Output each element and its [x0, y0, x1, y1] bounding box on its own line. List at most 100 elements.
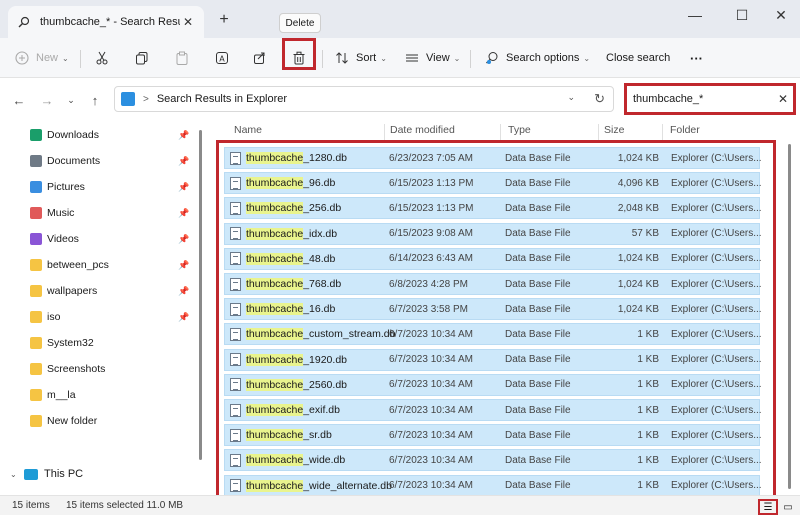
sidebar-item[interactable]: between_pcs 📌 [0, 253, 200, 277]
column-divider[interactable] [662, 124, 663, 140]
sidebar-item[interactable]: wallpapers 📌 [0, 279, 200, 303]
file-size: 2,048 KB [617, 202, 659, 214]
search-match-highlight: thumbcache [246, 177, 304, 190]
refresh-icon[interactable]: ↻ [594, 91, 605, 107]
file-folder: Explorer (C:\Users... [671, 177, 762, 189]
column-divider[interactable] [500, 124, 501, 140]
download-icon [30, 129, 42, 141]
scissors-icon [94, 50, 110, 66]
sidebar-item[interactable]: Pictures 📌 [0, 175, 200, 199]
explorer-tab[interactable]: thumbcache_* - Search Result ✕ [8, 6, 204, 38]
sidebar-item[interactable]: m__la [0, 383, 200, 407]
file-name-rest: _1920.db [303, 353, 347, 366]
close-search-button[interactable]: Close search [600, 44, 670, 72]
file-size: 1,024 KB [617, 152, 659, 164]
sort-button[interactable]: Sort ⌄ [334, 44, 387, 72]
file-name-rest: _sr.db [303, 429, 332, 442]
search-options-button[interactable]: Search options ⌄ [484, 44, 590, 72]
file-list-scrollbar[interactable] [788, 144, 791, 489]
table-row[interactable]: thumbcache_2560.db 6/7/2023 10:34 AM Data … [224, 373, 762, 396]
search-match-highlight: thumbcache [246, 378, 304, 391]
sidebar-item[interactable]: New folder [0, 409, 200, 433]
file-name-rest: _16.db [303, 303, 336, 316]
maximize-button[interactable]: ☐ [727, 4, 757, 26]
file-name: thumbcache_768.db [246, 278, 396, 290]
file-name: thumbcache_1280.db [246, 152, 396, 164]
file-name: thumbcache_sr.db [246, 429, 396, 442]
file-name-rest: _custom_stream.db [303, 328, 396, 341]
column-divider[interactable] [598, 124, 599, 140]
table-row[interactable]: thumbcache_48.db 6/14/2023 6:43 AM Data Ba… [224, 247, 762, 270]
sidebar-item[interactable]: iso 📌 [0, 305, 200, 329]
table-row[interactable]: thumbcache_1280.db 6/23/2023 7:05 AM Data … [224, 147, 762, 169]
file-type: Data Base File [505, 354, 571, 366]
folder-icon [30, 415, 42, 427]
table-row[interactable]: thumbcache_wide_alternate.db 6/7/2023 10:… [224, 474, 762, 497]
address-bar[interactable]: > Search Results in Explorer ⌄ ↻ [114, 86, 614, 112]
file-type: Data Base File [505, 152, 571, 164]
clear-search-icon[interactable]: ✕ [773, 92, 793, 106]
up-button[interactable]: ↑ [86, 91, 104, 109]
database-file-icon [230, 327, 241, 341]
sidebar-item[interactable]: Screenshots [0, 357, 200, 381]
file-name: thumbcache_48.db [246, 252, 396, 265]
sidebar-scrollbar[interactable] [199, 130, 202, 460]
table-row[interactable]: thumbcache_96.db 6/15/2023 1:13 PM Data Ba… [224, 172, 762, 195]
close-tab-icon[interactable]: ✕ [180, 14, 196, 30]
copy-button[interactable] [134, 44, 150, 72]
file-name-rest: _48.db [303, 252, 336, 265]
database-file-icon [230, 403, 241, 417]
table-row[interactable]: thumbcache_768.db 6/8/2023 4:28 PM Data Ba… [224, 273, 762, 295]
rename-button[interactable]: A [214, 44, 230, 72]
file-name-rest: _256.db [303, 202, 342, 215]
search-match-highlight: thumbcache [246, 454, 304, 467]
details-view-button[interactable]: ☰ [758, 499, 778, 515]
file-size: 1 KB [637, 379, 659, 391]
sidebar-item[interactable]: Documents 📌 [0, 149, 200, 173]
forward-button[interactable]: → [38, 91, 56, 109]
sidebar-item-this-pc[interactable]: ⌄ This PC [0, 462, 200, 486]
chevron-down-icon: ⌄ [62, 53, 69, 63]
table-row[interactable]: thumbcache_wide.db 6/7/2023 10:34 AM Data … [224, 449, 762, 472]
file-name-rest: _2560.db [303, 378, 347, 391]
new-button[interactable]: New ⌄ [14, 44, 69, 72]
search-box[interactable]: thumbcache_* ✕ [624, 83, 796, 115]
table-row[interactable]: thumbcache_sr.db 6/7/2023 10:34 AM Data Ba… [224, 424, 762, 447]
chevron-down-icon[interactable]: ⌄ [10, 470, 24, 479]
recent-locations-button[interactable]: ⌄ [62, 91, 80, 109]
cut-button[interactable] [94, 44, 110, 72]
sidebar-item[interactable]: Videos 📌 [0, 227, 200, 251]
more-options-button[interactable]: ··· [690, 44, 703, 72]
close-window-button[interactable]: ✕ [766, 4, 796, 26]
file-name: thumbcache_2560.db [246, 378, 396, 391]
file-folder: Explorer (C:\Users... [671, 404, 762, 416]
share-button[interactable] [252, 44, 268, 72]
view-button[interactable]: View ⌄ [404, 44, 460, 72]
chevron-down-icon[interactable]: ⌄ [567, 92, 575, 103]
table-row[interactable]: thumbcache_idx.db 6/15/2023 9:08 AM Data B… [224, 222, 762, 245]
sidebar-item[interactable]: Music 📌 [0, 201, 200, 225]
file-date: 6/15/2023 9:08 AM [389, 228, 473, 240]
table-row[interactable]: thumbcache_custom_stream.db 6/7/2023 10:3… [224, 323, 762, 346]
paste-button[interactable] [174, 44, 190, 72]
details-view-icon: ☰ [763, 501, 773, 513]
back-button[interactable]: ← [10, 91, 28, 109]
view-label: View [426, 52, 450, 64]
sidebar-item[interactable]: Downloads 📌 [0, 123, 200, 147]
table-row[interactable]: thumbcache_16.db 6/7/2023 3:58 PM Data Bas… [224, 298, 762, 321]
tiles-view-button[interactable]: ▭ [780, 499, 796, 515]
new-tab-button[interactable]: + [214, 10, 234, 30]
search-input[interactable]: thumbcache_* [633, 93, 773, 105]
new-icon [14, 50, 30, 66]
table-row[interactable]: thumbcache_exif.db 6/7/2023 10:34 AM Data … [224, 399, 762, 421]
folder-icon [30, 337, 42, 349]
search-results-icon [121, 92, 135, 106]
minimize-button[interactable]: — [680, 4, 710, 26]
file-date: 6/7/2023 10:34 AM [389, 328, 473, 340]
search-match-highlight: thumbcache [246, 303, 304, 316]
table-row[interactable]: thumbcache_1920.db 6/7/2023 10:34 AM Data … [224, 348, 762, 371]
column-divider[interactable] [384, 124, 385, 140]
sidebar-item[interactable]: System32 [0, 331, 200, 355]
table-row[interactable]: thumbcache_256.db 6/15/2023 1:13 PM Data B… [224, 197, 762, 220]
file-name-rest: _exif.db [303, 404, 340, 416]
